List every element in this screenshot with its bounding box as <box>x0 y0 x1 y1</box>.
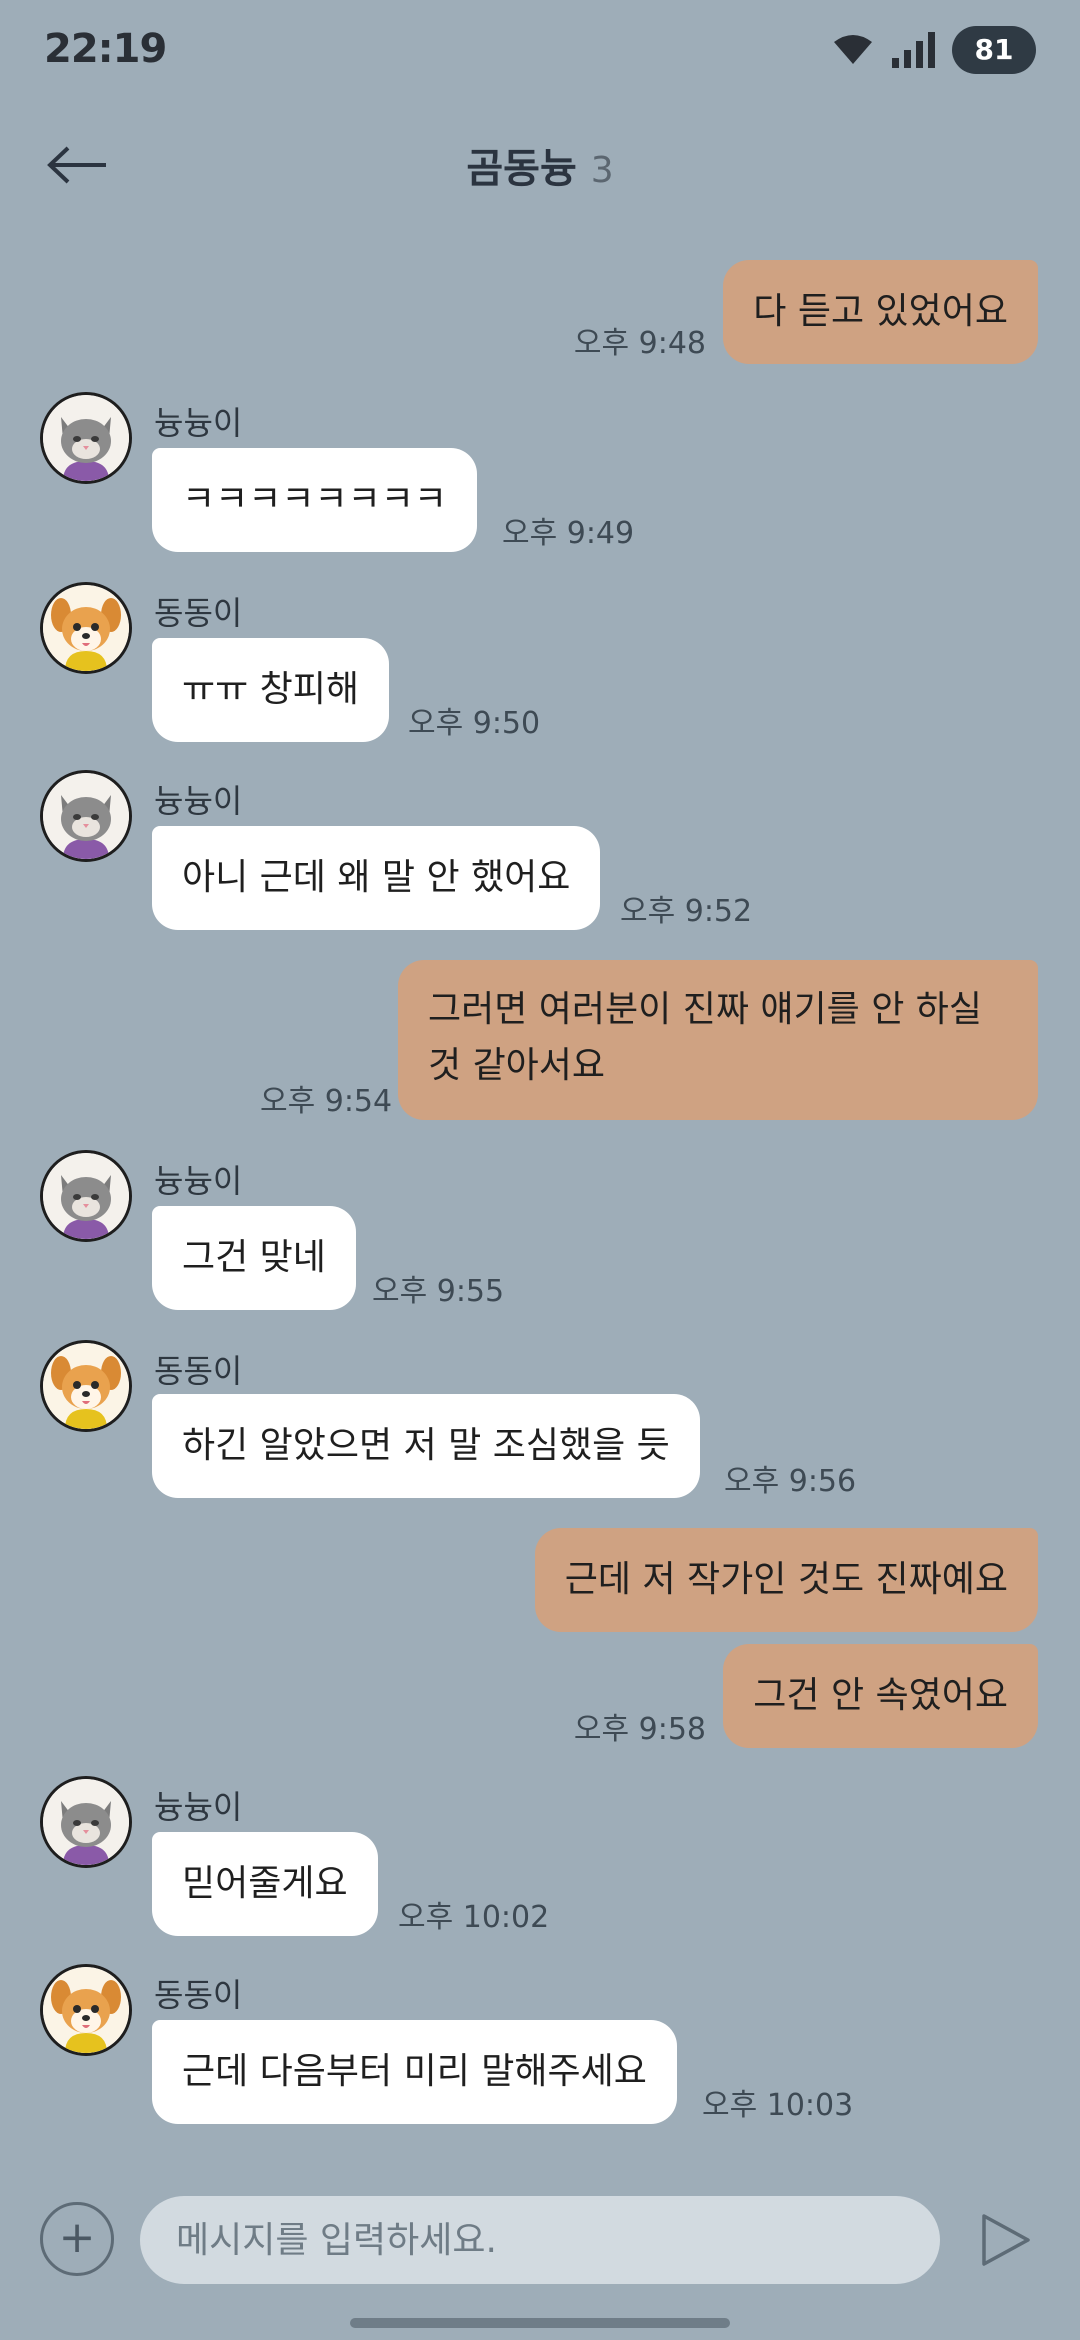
avatar-cat[interactable] <box>40 1150 132 1242</box>
outgoing-message-bubble[interactable]: 그건 안 속였어요 <box>723 1644 1038 1748</box>
sender-name: 늉늉이 <box>154 782 243 820</box>
message-text: 하긴 알았으면 저 말 조심했을 듯 <box>182 1425 670 1466</box>
chat-title: 곰동늉 <box>466 146 577 192</box>
wifi-icon <box>834 35 872 64</box>
message-text: ㅠㅠ 창피해 <box>182 669 360 710</box>
incoming-message-bubble[interactable]: 하긴 알았으면 저 말 조심했을 듯 <box>152 1394 700 1498</box>
avatar-cat[interactable] <box>40 1776 132 1868</box>
chat-header: 곰동늉 3 <box>0 110 1080 220</box>
home-indicator <box>350 2318 730 2328</box>
message-text: 근데 저 작가인 것도 진짜예요 <box>564 1559 1008 1600</box>
message-text: 다 듣고 있었어요 <box>753 291 1008 332</box>
message-input[interactable] <box>140 2196 940 2284</box>
message-time: 오후 10:03 <box>702 2088 854 2123</box>
sender-name: 동동이 <box>154 594 243 632</box>
sender-name: 늉늉이 <box>154 1788 243 1826</box>
sender-name: 늉늉이 <box>154 1162 243 1200</box>
outgoing-message-bubble[interactable]: 근데 저 작가인 것도 진짜예요 <box>534 1528 1038 1632</box>
outgoing-message-bubble[interactable]: 다 듣고 있었어요 <box>723 260 1038 364</box>
message-time: 오후 9:52 <box>620 894 753 929</box>
signal-icon <box>892 32 935 68</box>
incoming-message-bubble[interactable]: ㅋㅋㅋㅋㅋㅋㅋㅋ <box>152 448 477 552</box>
avatar-dog[interactable] <box>40 1964 132 2056</box>
message-text: ㅋㅋㅋㅋㅋㅋㅋㅋ <box>182 479 447 520</box>
status-bar: 22:19 81 <box>0 0 1080 100</box>
message-time: 오후 9:54 <box>260 1084 393 1119</box>
message-time: 오후 10:02 <box>398 1900 550 1935</box>
message-text: 그건 맞네 <box>182 1237 326 1278</box>
sender-name: 동동이 <box>154 1976 243 2014</box>
avatar-dog[interactable] <box>40 1340 132 1432</box>
incoming-message-bubble[interactable]: 아니 근데 왜 말 안 했어요 <box>152 826 601 930</box>
sender-name: 늉늉이 <box>154 404 243 442</box>
message-text: 믿어줄게요 <box>182 1863 348 1904</box>
message-time: 오후 9:56 <box>724 1464 857 1499</box>
message-time: 오후 9:49 <box>502 516 635 551</box>
avatar-dog[interactable] <box>40 582 132 674</box>
message-text: 그건 안 속였어요 <box>753 1675 1008 1716</box>
incoming-message-bubble[interactable]: ㅠㅠ 창피해 <box>152 638 390 742</box>
incoming-message-bubble[interactable]: 그건 맞네 <box>152 1206 356 1310</box>
incoming-message-bubble[interactable]: 믿어줄게요 <box>152 1832 378 1936</box>
message-text: 그러면 여러분이 진짜 얘기를 안 하실 것 같아서요 <box>428 989 983 1086</box>
avatar-cat[interactable] <box>40 770 132 862</box>
message-time: 오후 9:50 <box>408 706 541 741</box>
message-time: 오후 9:58 <box>573 1712 706 1747</box>
message-time: 오후 9:48 <box>573 326 706 361</box>
message-text: 근데 다음부터 미리 말해주세요 <box>182 2051 647 2092</box>
plus-icon[interactable]: + <box>40 2202 114 2276</box>
chat-title-group: 곰동늉 3 <box>0 136 1080 194</box>
avatar-cat[interactable] <box>40 392 132 484</box>
outgoing-message-bubble[interactable]: 그러면 여러분이 진짜 얘기를 안 하실 것 같아서요 <box>398 960 1038 1120</box>
message-text: 아니 근데 왜 말 안 했어요 <box>182 857 571 898</box>
member-count: 3 <box>590 150 614 191</box>
message-composer: + <box>0 2180 1080 2300</box>
sender-name: 동동이 <box>154 1352 243 1390</box>
incoming-message-bubble[interactable]: 근데 다음부터 미리 말해주세요 <box>152 2020 677 2124</box>
message-time: 오후 9:55 <box>372 1274 505 1309</box>
send-icon[interactable] <box>976 2208 1036 2272</box>
status-time: 22:19 <box>44 26 167 72</box>
battery-indicator: 81 <box>952 26 1036 74</box>
